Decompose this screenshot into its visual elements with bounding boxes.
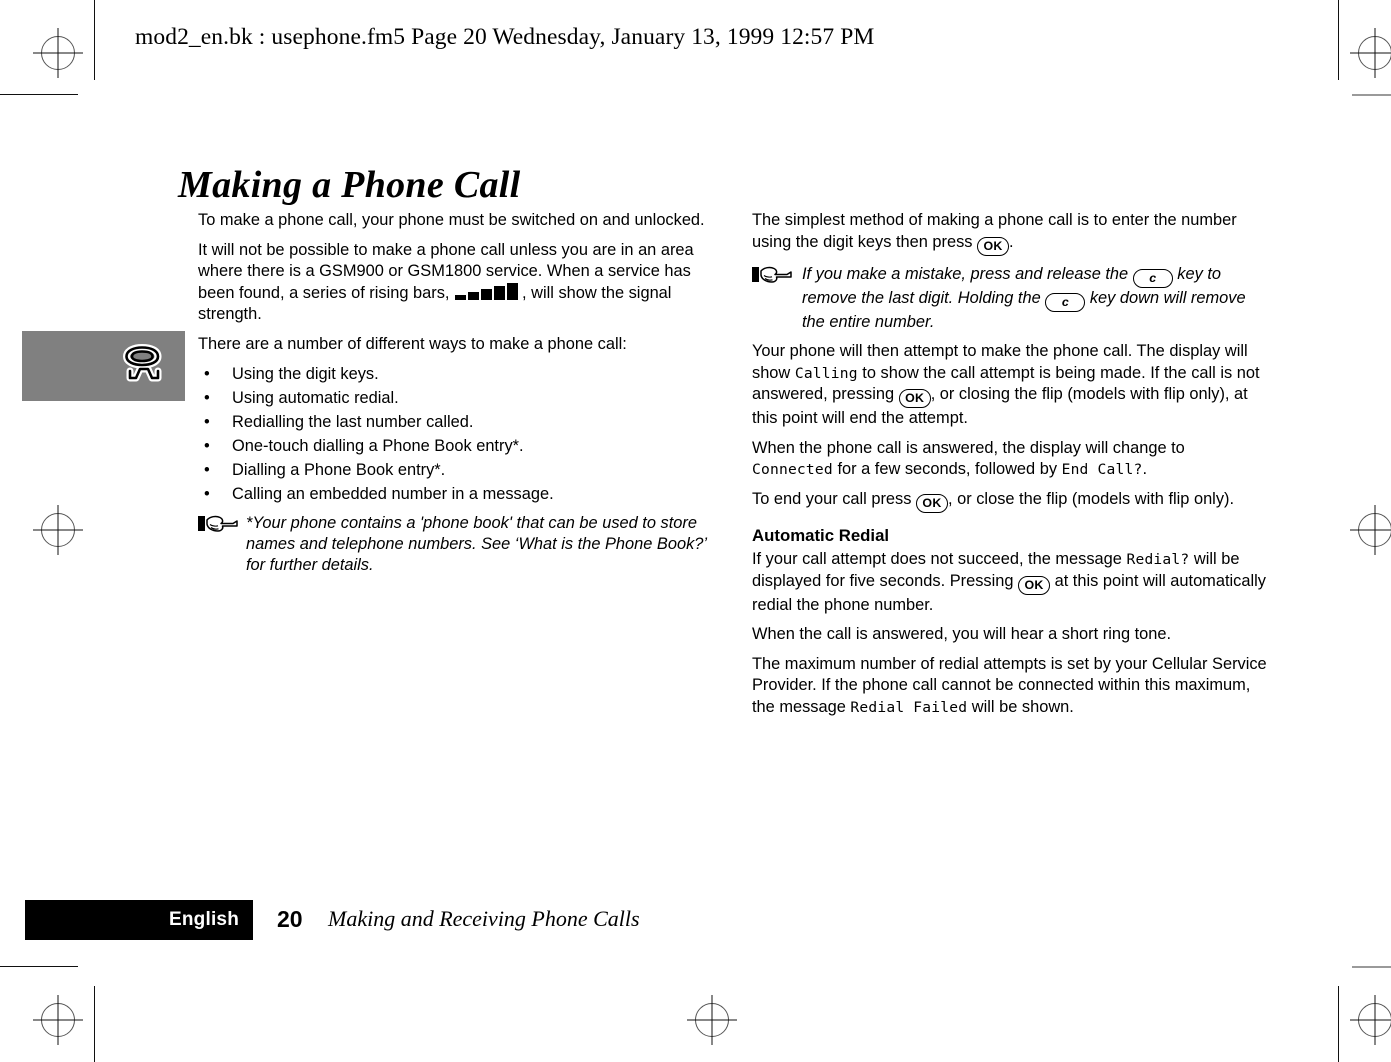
note-mistake-correction: If you make a mistake, press and release… — [752, 264, 1268, 333]
paragraph-coverage: It will not be possible to make a phone … — [198, 240, 714, 326]
left-text-column: To make a phone call, your phone must be… — [198, 210, 714, 585]
list-item: • Using automatic redial. — [198, 388, 714, 410]
paragraph-connected-part-c: . — [1142, 460, 1148, 479]
telephone-icon — [116, 344, 168, 388]
ways-to-call-list: • Using the digit keys. • Using automatic … — [198, 364, 714, 506]
paragraph-connected-part-b: for a few seconds, followed by — [832, 460, 1062, 479]
ok-key-icon: OK — [898, 389, 931, 409]
list-item-label: Using the digit keys. — [232, 364, 379, 383]
list-item-label: Using automatic redial. — [232, 388, 399, 407]
paragraph-connected: When the phone call is answered, the dis… — [752, 438, 1268, 481]
bullet-icon: • — [204, 412, 210, 431]
list-item-label: One-touch dialling a Phone Book entry*. — [232, 436, 524, 455]
display-text-redial: Redial? — [1126, 550, 1190, 568]
paragraph-calling: Your phone will then attempt to make the… — [752, 341, 1268, 430]
pointing-hand-icon — [198, 514, 242, 533]
pointing-hand-icon — [752, 265, 796, 284]
section-heading-automatic-redial: Automatic Redial — [752, 525, 890, 545]
paragraph-redial-max: The maximum number of redial attempts is… — [752, 654, 1268, 719]
paragraph-redial-prompt: If your call attempt does not succeed, t… — [752, 549, 1268, 616]
ok-key-icon: OK — [916, 493, 948, 513]
paragraph-ring-tone: When the call is answered, you will hear… — [752, 625, 1172, 644]
bullet-icon: • — [204, 364, 210, 383]
bullet-icon: • — [204, 485, 210, 504]
paragraph-simplest-method-part-b: . — [1009, 232, 1014, 251]
display-text-connected: Connected — [752, 461, 833, 479]
list-item-label: Calling an embedded number in a message. — [232, 485, 554, 504]
page-number: 20 — [277, 906, 303, 932]
chapter-side-tab — [22, 331, 185, 401]
ok-key-icon: OK — [1018, 575, 1051, 595]
paragraph-end-call: To end your call press OK, or close the … — [752, 489, 1268, 513]
list-item: • One-touch dialling a Phone Book entry*. — [198, 436, 714, 458]
paragraph-ways-lead: There are a number of different ways to … — [198, 334, 627, 353]
clear-key-icon: c — [1132, 268, 1173, 288]
paragraph-end-call-part-a: To end your call press — [752, 489, 916, 508]
list-item: • Dialling a Phone Book entry*. — [198, 460, 714, 482]
display-text-end-call: End Call? — [1061, 461, 1143, 479]
bullet-icon: • — [204, 436, 210, 455]
bullet-icon: • — [204, 388, 210, 407]
right-text-column: The simplest method of making a phone ca… — [752, 210, 1268, 727]
paragraph-redial-prompt-part-a: If your call attempt does not succeed, t… — [752, 549, 1127, 568]
list-item: • Redialling the last number called. — [198, 412, 714, 434]
list-item-label: Dialling a Phone Book entry*. — [232, 460, 446, 479]
document-page: mod2_en.bk : usephone.fm5 Page 20 Wednes… — [0, 0, 1391, 1062]
list-item-label: Redialling the last number called. — [232, 412, 474, 431]
page-title: Making a Phone Call — [178, 164, 521, 207]
note-phone-book: *Your phone contains a 'phone book' that… — [198, 513, 714, 577]
ok-key-icon: OK — [977, 236, 1010, 256]
clear-key-icon: c — [1045, 292, 1086, 312]
footer-language-bar: English — [25, 900, 253, 940]
list-item: • Using the digit keys. — [198, 364, 714, 386]
signal-strength-bars-icon — [455, 282, 521, 300]
display-text-redial-failed: Redial Failed — [850, 698, 968, 716]
note-mistake-part-a: If you make a mistake, press and release… — [802, 264, 1133, 283]
paragraph-redial-max-part-b: will be shown. — [967, 697, 1074, 716]
paragraph-end-call-part-b: , or close the flip (models with flip on… — [948, 489, 1235, 508]
note-phone-book-text: *Your phone contains a 'phone book' that… — [246, 513, 707, 575]
list-item: • Calling an embedded number in a message… — [198, 484, 714, 506]
footer-section-title: Making and Receiving Phone Calls — [328, 906, 640, 931]
paragraph-intro: To make a phone call, your phone must be… — [198, 211, 705, 229]
paragraph-simplest-method: The simplest method of making a phone ca… — [752, 210, 1268, 256]
footer-language-label: English — [168, 909, 239, 930]
display-text-calling: Calling — [794, 364, 858, 382]
print-header-text: mod2_en.bk : usephone.fm5 Page 20 Wednes… — [135, 24, 875, 50]
bullet-icon: • — [204, 460, 210, 479]
paragraph-connected-part-a: When the phone call is answered, the dis… — [752, 438, 1185, 457]
